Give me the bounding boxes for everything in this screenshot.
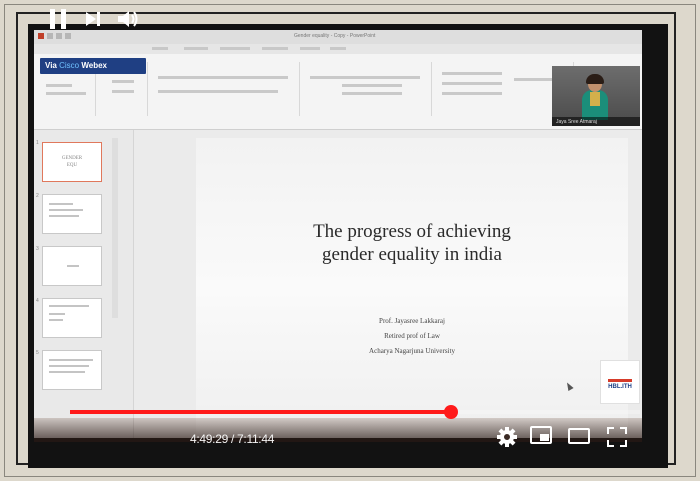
author-affiliation: Acharya Nagarjuna University (369, 347, 455, 355)
play-pause-button[interactable] (50, 9, 68, 29)
fullscreen-button[interactable] (606, 426, 628, 448)
shared-screen: Gender equality - Copy - PowerPoint 1 GE… (34, 30, 642, 438)
slide-thumbnail-pane: 1 GENDER EQU 2 3 4 5 (34, 130, 134, 438)
thumbnail-number: 2 (36, 193, 39, 199)
slide-thumbnail-5[interactable] (42, 350, 102, 390)
participant-name: Jaya Sree Atmaraj (552, 117, 640, 126)
webex-suffix: Webex (79, 61, 107, 70)
thumbnail-number: 4 (36, 298, 39, 304)
webcam-tile[interactable]: Jaya Sree Atmaraj (552, 66, 640, 126)
theater-mode-button[interactable] (568, 428, 592, 446)
powerpoint-window-title: Gender equality - Copy - PowerPoint (294, 33, 376, 39)
next-video-button[interactable] (86, 10, 102, 28)
progress-fill (70, 410, 452, 414)
mouse-cursor-icon (564, 381, 574, 391)
powerpoint-ribbon-tabs (34, 44, 642, 54)
miniplayer-button[interactable] (530, 426, 554, 446)
slide-title-line-1: The progress of achieving (313, 221, 511, 242)
settings-gear-icon (497, 427, 517, 447)
volume-button[interactable] (116, 9, 140, 29)
time-display: 4:49:29 / 7:11:44 (190, 432, 274, 446)
slide-thumbnail-3[interactable] (42, 246, 102, 286)
participant-avatar (582, 74, 608, 120)
author-name: Prof. Jayasree Lakkaraj (379, 317, 445, 325)
duration: 7:11:44 (237, 432, 275, 446)
webex-prefix: Via (45, 61, 60, 70)
logo-text: HBL.ITH (608, 384, 632, 390)
thumbnail-text: EQU (66, 163, 78, 168)
channel-logo: HBL.ITH (600, 360, 640, 404)
volume-icon (118, 11, 138, 27)
progress-bar[interactable] (70, 405, 640, 419)
current-time: 4:49:29 (190, 432, 228, 446)
powerpoint-titlebar: Gender equality - Copy - PowerPoint (34, 30, 642, 44)
slide-thumbnail-4[interactable] (42, 298, 102, 338)
time-separator: / (227, 432, 238, 446)
settings-button[interactable] (496, 426, 518, 448)
quick-access-toolbar (38, 33, 98, 40)
webex-brand: Cisco (59, 61, 80, 70)
thumbnail-number: 3 (36, 246, 39, 252)
thumbnail-number: 5 (36, 350, 39, 356)
webex-badge: Via Cisco Webex (40, 58, 146, 74)
slide-title: The progress of achieving gender equalit… (196, 220, 628, 266)
slide-thumbnail-1[interactable]: GENDER EQU (42, 142, 102, 182)
author-role: Retired prof of Law (384, 332, 440, 340)
current-slide: The progress of achieving gender equalit… (196, 138, 628, 438)
slide-title-line-2: gender equality in india (322, 244, 502, 265)
thumbnail-number: 1 (36, 140, 39, 146)
slide-author-block: Prof. Jayasree Lakkaraj Retired prof of … (196, 314, 628, 359)
thumbnail-text: GENDER (61, 156, 83, 161)
slide-thumbnail-2[interactable] (42, 194, 102, 234)
thumbnail-scrollbar[interactable] (112, 138, 118, 318)
